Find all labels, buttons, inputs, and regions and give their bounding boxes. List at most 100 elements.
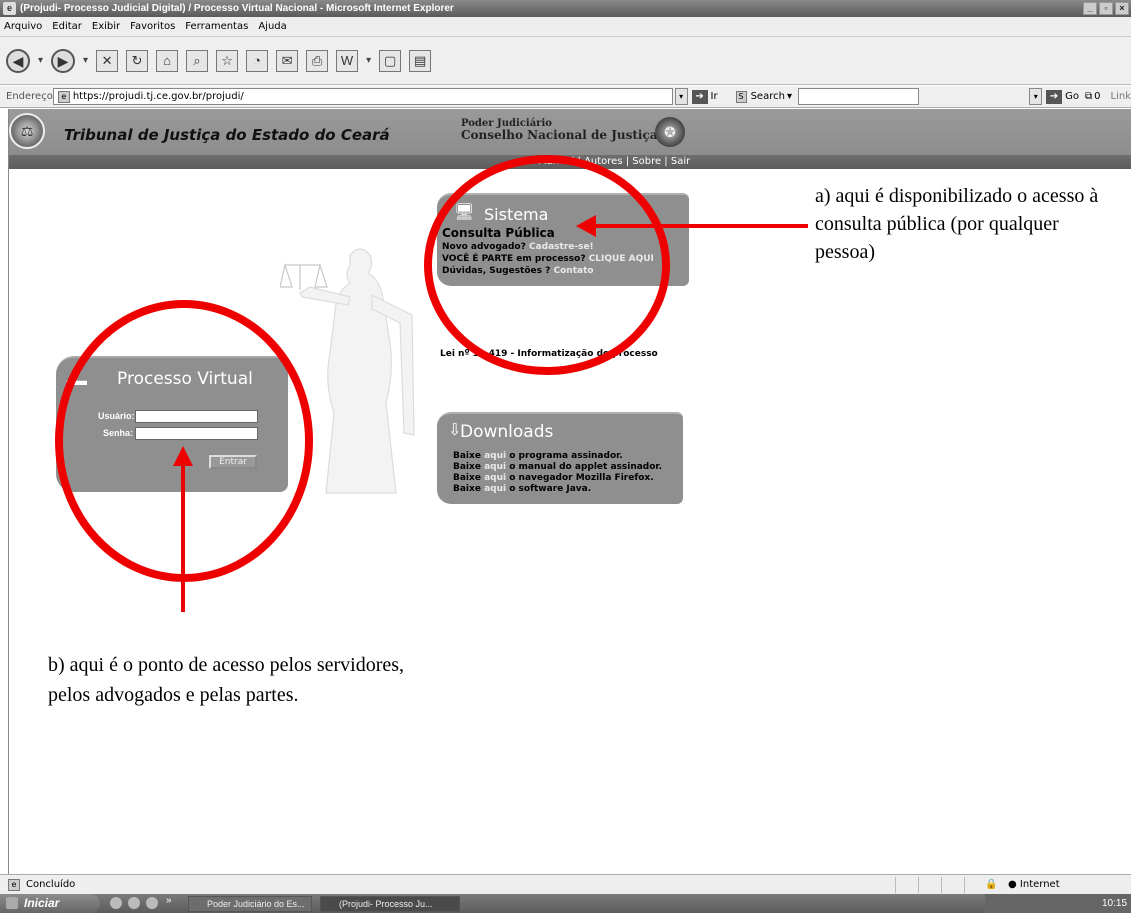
processo-virtual-title: Processo Virtual [117,369,253,389]
quicklaunch-media-icon[interactable] [146,897,158,909]
status-divider [941,877,942,893]
quicklaunch-ie-icon[interactable] [110,897,122,909]
minimize-button[interactable]: _ [1083,2,1097,15]
menu-exibir[interactable]: Exibir [92,21,120,32]
download-item: Baixe aqui o programa assinador. [453,451,623,461]
start-button[interactable]: Iniciar [0,894,100,913]
senha-label: Senha: [103,428,134,438]
search-field-dropdown-icon[interactable]: ▾ [1029,88,1043,105]
refresh-icon[interactable]: ↻ [126,49,149,72]
search-icon[interactable]: ⌕ [186,49,209,72]
menu-ferramentas[interactable]: Ferramentas [185,21,248,32]
task-poder-judiciario[interactable]: Poder Judiciário do Es... [188,896,312,912]
back-dropdown-icon[interactable]: ▾ [38,55,43,66]
address-bar: Endereço e https://projudi.tj.ce.gov.br/… [0,86,1131,108]
windows-flag-icon [6,897,18,909]
search-input[interactable] [797,88,920,105]
download-aqui-link[interactable]: aqui [484,473,506,483]
download-item-text: Baixe [453,473,481,483]
globe-icon: ● [1008,879,1020,890]
parte-line: VOCÊ É PARTE em processo? CLIQUE AQUI [442,254,654,264]
go-button[interactable]: ➔ Ir [691,89,718,104]
edit-dropdown-icon[interactable]: ▾ [366,55,371,66]
maximize-button[interactable]: ▫ [1099,2,1113,15]
header-nav-links[interactable]: Manual | Autores | Sobre | Sair [538,155,690,169]
links-label[interactable]: Link [1111,91,1131,102]
download-item-desc: o software Java. [509,484,592,494]
status-divider [964,877,965,893]
usuario-label: Usuário: [98,411,135,421]
address-label: Endereço [6,91,53,102]
internet-zone-label: Internet [1019,879,1060,890]
download-aqui-link[interactable]: aqui [484,462,506,472]
go-label: Ir [710,91,718,102]
search-go-button[interactable]: ➔ Go [1046,89,1079,104]
window-title: (Projudi- Processo Judicial Digital) / P… [20,3,454,14]
window-title-bar: e (Projudi- Processo Judicial Digital) /… [0,0,1131,17]
menu-arquivo[interactable]: Arquivo [4,21,42,32]
conselho-nacional: Conselho Nacional de Justiça [461,128,658,142]
brazil-seal-icon: ✪ [655,117,685,147]
contato-link[interactable]: Contato [554,266,594,276]
quicklaunch-more-icon[interactable]: » [166,895,172,906]
download-item: Baixe aqui o software Java. [453,484,591,494]
novo-advogado-line: Novo advogado? Cadastre-se! [442,242,594,252]
menu-favoritos[interactable]: Favoritos [130,21,175,32]
browser-toolbar: ◀ ▾ ▶ ▾ ✕ ↻ ⌂ ⌕ ☆ ◔ ✉ ⎙ W ▾ ▢ ▤ [0,37,1131,85]
search-logo-icon: S [735,90,747,103]
lock-icon: 🔒 [985,879,998,890]
home-icon[interactable]: ⌂ [156,49,179,72]
novo-advogado-text: Novo advogado? [442,242,526,252]
senha-input[interactable] [135,427,258,440]
lei-link[interactable]: Lei nº 11.419 - Informatização do proces… [440,349,658,359]
download-item-text: Baixe [453,462,481,472]
usuario-input[interactable] [135,410,258,423]
download-item: Baixe aqui o navegador Mozilla Firefox. [453,473,654,483]
favorites-icon[interactable]: ☆ [216,49,239,72]
cadastre-se-link[interactable]: Cadastre-se! [529,242,594,252]
address-input[interactable]: e https://projudi.tj.ce.gov.br/projudi/ [52,88,673,105]
history-icon[interactable]: ◔ [246,49,269,72]
download-item-text: Baixe [453,451,481,461]
start-label: Iniciar [24,896,60,910]
word-icon[interactable]: W [336,49,359,72]
print-icon[interactable]: ⎙ [306,49,329,72]
download-aqui-link[interactable]: aqui [484,451,506,461]
mail-icon[interactable]: ✉ [276,49,299,72]
menu-editar[interactable]: Editar [52,21,82,32]
annotation-b: b) aqui é o ponto de acesso pelos servid… [48,654,405,706]
download-item: Baixe aqui o manual do applet assinador. [453,462,662,472]
popup-counter-icon[interactable]: ⧉ [1085,91,1092,102]
go-arrow-icon: ➔ [691,89,708,104]
computer-icon: 🖥 [454,204,475,221]
discuss-icon[interactable]: ▢ [379,49,402,72]
page-icon: e [57,90,70,103]
download-item-text: Baixe [453,484,481,494]
clock: 10:15 [1102,898,1128,909]
stop-icon[interactable]: ✕ [96,49,119,72]
download-aqui-link[interactable]: aqui [484,484,506,494]
entrar-button[interactable]: Entrar [209,455,257,469]
status-divider [895,877,896,893]
forward-icon[interactable]: ▶ [51,48,76,73]
parte-text: VOCÊ É PARTE em processo? [442,254,586,264]
address-dropdown-icon[interactable]: ▾ [674,88,688,105]
menu-ajuda[interactable]: Ajuda [258,21,286,32]
task-projudi[interactable]: (Projudi- Processo Ju... [320,896,460,912]
close-button[interactable]: × [1115,2,1129,15]
address-url: https://projudi.tj.ce.gov.br/projudi/ [72,91,244,102]
search-dropdown-icon[interactable]: ▾ [787,91,792,102]
research-icon[interactable]: ▤ [409,49,432,72]
clique-aqui-link[interactable]: CLIQUE AQUI [589,254,654,264]
duvidas-line: Dúvidas, Sugestões ? Contato [442,266,594,276]
ie-page-icon: e [8,879,20,891]
consulta-publica-link[interactable]: Consulta Pública [442,226,555,240]
tjce-seal-icon: ⚖ [9,113,45,149]
forward-dropdown-icon[interactable]: ▾ [83,55,88,66]
search-button[interactable]: Search [751,91,785,102]
back-icon[interactable]: ◀ [6,48,30,73]
quicklaunch-browser-icon[interactable] [128,897,140,909]
status-text: Concluído [26,879,76,890]
duvidas-text: Dúvidas, Sugestões ? [442,266,551,276]
status-bar: e Concluído 🔒 ● Internet [0,874,1131,894]
